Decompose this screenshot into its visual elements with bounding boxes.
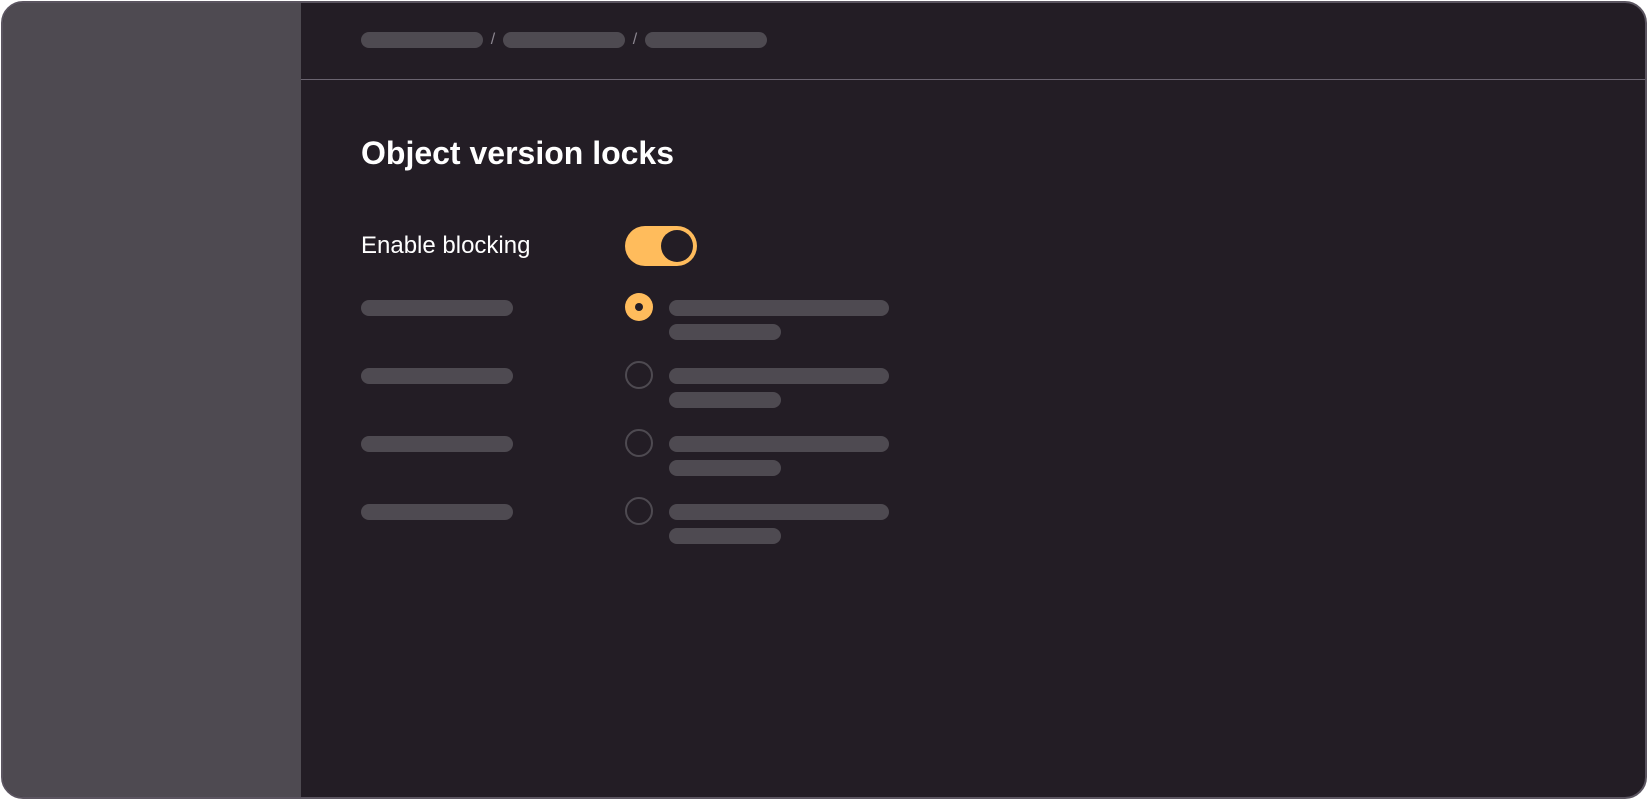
top-bar: / / <box>301 3 1645 80</box>
option-label-placeholder <box>361 504 513 520</box>
breadcrumb-item-placeholder[interactable] <box>361 32 483 48</box>
option-radio[interactable] <box>625 361 653 389</box>
option-description-placeholder <box>669 324 781 340</box>
option-description-placeholder <box>669 392 781 408</box>
option-label-placeholder <box>361 436 513 452</box>
option-row <box>361 496 901 552</box>
toggle-knob <box>661 230 693 262</box>
breadcrumb-separator: / <box>632 31 638 48</box>
option-label-placeholder <box>361 368 513 384</box>
option-radio[interactable] <box>625 429 653 457</box>
option-row <box>361 428 901 484</box>
breadcrumb-item-placeholder[interactable] <box>645 32 767 48</box>
breadcrumb-item-placeholder[interactable] <box>503 32 625 48</box>
option-row <box>361 292 901 348</box>
option-description-placeholder <box>669 436 889 452</box>
sidebar <box>3 3 301 797</box>
option-radio[interactable] <box>625 497 653 525</box>
enable-blocking-label: Enable blocking <box>361 232 531 259</box>
page-title: Object version locks <box>361 135 675 171</box>
option-row <box>361 360 901 416</box>
option-description-placeholder <box>669 528 781 544</box>
breadcrumb: / / <box>361 32 767 48</box>
enable-blocking-toggle[interactable] <box>625 226 697 266</box>
option-description-placeholder <box>669 300 889 316</box>
option-label-placeholder <box>361 300 513 316</box>
app-window: / / Object version locks Enable blocking <box>1 1 1647 799</box>
radio-dot <box>635 303 643 311</box>
breadcrumb-separator: / <box>490 31 496 48</box>
option-description-placeholder <box>669 460 781 476</box>
option-description-placeholder <box>669 368 889 384</box>
main-content: / / Object version locks Enable blocking <box>301 3 1645 797</box>
option-description-placeholder <box>669 504 889 520</box>
option-radio-selected[interactable] <box>625 293 653 321</box>
